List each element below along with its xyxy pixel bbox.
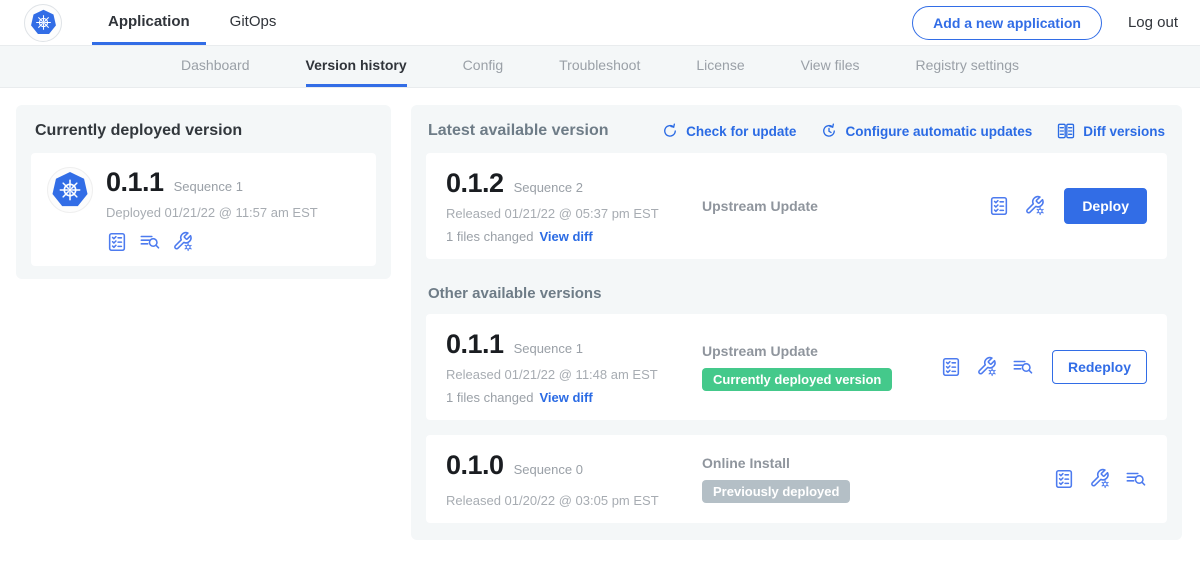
release-notes-icon[interactable] — [940, 356, 962, 378]
version-actions: Check for update Configure automatic upd… — [661, 121, 1165, 141]
deployed-sequence: Sequence 1 — [174, 179, 243, 194]
version-source: Upstream Update — [702, 343, 818, 359]
subnav-tab-config[interactable]: Config — [463, 46, 503, 87]
currently-deployed-panel: Currently deployed version 0.1.1 Sequenc… — [16, 105, 391, 279]
version-row-0-1-1: 0.1.1 Sequence 1 Released 01/21/22 @ 11:… — [426, 314, 1167, 420]
version-row-actions: Deploy — [988, 188, 1147, 224]
deployed-timestamp: Deployed 01/21/22 @ 11:57 am EST — [106, 205, 318, 220]
version-released: Released 01/20/22 @ 03:05 pm EST — [446, 493, 702, 508]
check-for-update-label: Check for update — [686, 124, 796, 139]
deployed-version-number: 0.1.1 — [106, 167, 164, 198]
latest-version-title: Latest available version — [428, 122, 609, 140]
logout-button[interactable]: Log out — [1128, 14, 1178, 31]
version-released: Released 01/21/22 @ 11:48 am EST — [446, 367, 702, 382]
app-subnav: Dashboard Version history Config Trouble… — [0, 46, 1200, 88]
config-icon[interactable] — [976, 356, 998, 378]
tab-application-label: Application — [108, 13, 190, 30]
check-for-update-link[interactable]: Check for update — [661, 122, 796, 140]
subnav-tab-troubleshoot[interactable]: Troubleshoot — [559, 46, 640, 87]
main-content: Currently deployed version 0.1.1 Sequenc… — [0, 88, 1200, 540]
configure-automatic-updates-label: Configure automatic updates — [845, 124, 1032, 139]
currently-deployed-title: Currently deployed version — [35, 122, 376, 140]
files-changed: 1 files changed — [446, 229, 533, 244]
other-versions-title: Other available versions — [428, 285, 1165, 302]
tab-gitops-label: GitOps — [230, 13, 277, 30]
subnav-tab-version-history[interactable]: Version history — [306, 46, 407, 87]
deployed-icon-row — [106, 231, 318, 253]
version-source: Upstream Update — [702, 198, 818, 214]
version-row-0-1-2: 0.1.2 Sequence 2 Released 01/21/22 @ 05:… — [426, 153, 1167, 259]
view-diff-link[interactable]: View diff — [539, 390, 592, 405]
app-icon-kubernetes — [47, 167, 93, 213]
version-number: 0.1.0 — [446, 450, 504, 481]
release-notes-icon[interactable] — [1053, 468, 1075, 490]
view-diff-link[interactable]: View diff — [539, 229, 592, 244]
version-row-actions: Redeploy — [940, 350, 1147, 384]
version-row-actions — [1053, 468, 1147, 490]
tab-gitops[interactable]: GitOps — [214, 0, 293, 45]
version-history-panel: Latest available version Check for updat… — [411, 105, 1182, 540]
subnav-tab-view-files[interactable]: View files — [801, 46, 860, 87]
tab-application[interactable]: Application — [92, 0, 206, 45]
version-released: Released 01/21/22 @ 05:37 pm EST — [446, 206, 702, 221]
header-tabs: Application GitOps — [92, 0, 292, 45]
version-sequence: Sequence 2 — [514, 180, 583, 195]
files-changed: 1 files changed — [446, 390, 533, 405]
subnav-tab-registry-settings[interactable]: Registry settings — [916, 46, 1019, 87]
redeploy-button[interactable]: Redeploy — [1052, 350, 1147, 384]
header-right: Add a new application Log out — [912, 0, 1178, 45]
diff-versions-link[interactable]: Diff versions — [1056, 121, 1165, 141]
subnav-tab-dashboard[interactable]: Dashboard — [181, 46, 250, 87]
version-source: Online Install — [702, 455, 790, 471]
version-number: 0.1.2 — [446, 168, 504, 199]
schedule-icon — [820, 122, 838, 140]
deploy-button[interactable]: Deploy — [1064, 188, 1147, 224]
release-notes-icon[interactable] — [988, 195, 1010, 217]
previously-deployed-badge: Previously deployed — [702, 480, 850, 503]
currently-deployed-badge: Currently deployed version — [702, 368, 892, 391]
version-sequence: Sequence 0 — [514, 462, 583, 477]
configure-automatic-updates-link[interactable]: Configure automatic updates — [820, 122, 1032, 140]
logs-icon[interactable] — [139, 231, 161, 253]
diff-icon — [1056, 121, 1076, 141]
logs-icon[interactable] — [1012, 356, 1034, 378]
subnav-tab-license[interactable]: License — [696, 46, 744, 87]
refresh-icon — [661, 122, 679, 140]
config-icon[interactable] — [1089, 468, 1111, 490]
deployed-version-card: 0.1.1 Sequence 1 Deployed 01/21/22 @ 11:… — [31, 153, 376, 266]
version-row-0-1-0: 0.1.0 Sequence 0 Released 01/20/22 @ 03:… — [426, 435, 1167, 523]
logs-icon[interactable] — [1125, 468, 1147, 490]
version-sequence: Sequence 1 — [514, 341, 583, 356]
release-notes-icon[interactable] — [106, 231, 128, 253]
version-number: 0.1.1 — [446, 329, 504, 360]
config-icon[interactable] — [1024, 195, 1046, 217]
add-new-application-button[interactable]: Add a new application — [912, 6, 1102, 40]
kubernetes-logo — [24, 4, 62, 42]
config-icon[interactable] — [172, 231, 194, 253]
app-header: Application GitOps Add a new application… — [0, 0, 1200, 46]
diff-versions-label: Diff versions — [1083, 124, 1165, 139]
